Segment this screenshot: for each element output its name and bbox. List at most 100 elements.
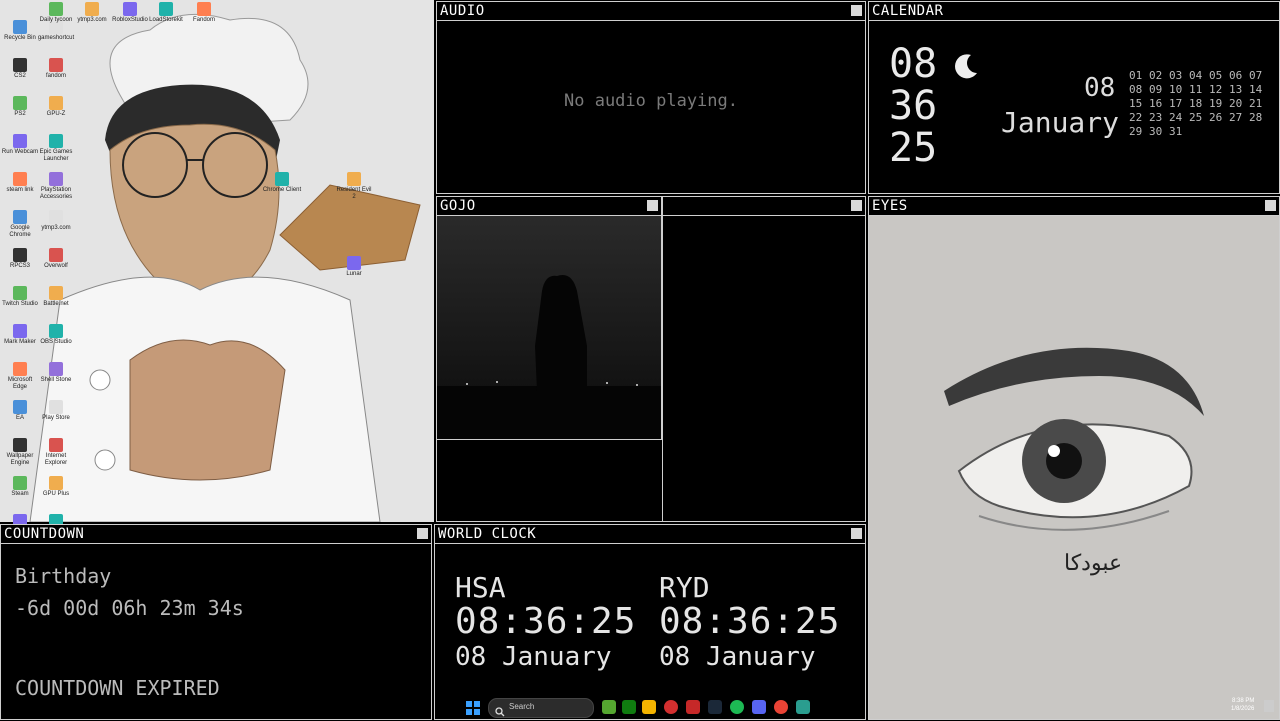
desktop-icon[interactable]: Microsoft Edge <box>0 362 40 391</box>
chrome-taskbar-icon[interactable] <box>774 700 788 714</box>
calendar-day-cell[interactable]: 25 <box>1189 111 1202 124</box>
calendar-day-cell[interactable]: 24 <box>1169 111 1182 124</box>
worldclock-panel: WORLD CLOCK HSA 08:36:25 08 January RYD … <box>434 524 866 720</box>
desktop-icon[interactable]: Twitch Studio <box>0 286 40 308</box>
desktop-icon[interactable]: Battle.net <box>36 286 76 308</box>
desktop-icon[interactable]: fandom <box>36 58 76 80</box>
calendar-day-cell[interactable]: 28 <box>1249 111 1262 124</box>
calendar-day-cell[interactable]: 23 <box>1149 111 1162 124</box>
calendar-day-cell[interactable]: 30 <box>1149 125 1162 138</box>
desktop-icon[interactable]: Shell Stone <box>36 362 76 384</box>
app-icon <box>13 286 27 300</box>
calendar-day-cell[interactable]: 05 <box>1209 69 1222 82</box>
eyes-titlebar: EYES <box>869 197 1279 216</box>
desktop-icon[interactable]: LoadStorekit <box>146 2 186 24</box>
calendar-day-cell[interactable]: 15 <box>1129 97 1142 110</box>
calendar-day-cell[interactable]: 12 <box>1209 83 1222 96</box>
desktop-icon[interactable]: CS2 <box>0 58 40 80</box>
close-button[interactable] <box>851 200 862 211</box>
calendar-day-cell[interactable]: 04 <box>1189 69 1202 82</box>
desktop-icon[interactable]: ytmp3.com <box>72 2 112 24</box>
desktop-icon[interactable]: RPCS3 <box>0 248 40 270</box>
close-button[interactable] <box>647 200 658 211</box>
desktop-icon-label: Internet Explorer <box>44 453 68 466</box>
calendar-day-cell[interactable]: 29 <box>1129 125 1142 138</box>
start-icon[interactable] <box>466 700 480 715</box>
gojo-titlebar: GOJO <box>437 197 661 216</box>
notification-icon[interactable] <box>1264 700 1274 712</box>
xbox-taskbar-icon[interactable] <box>622 700 636 714</box>
close-button[interactable] <box>1265 200 1276 211</box>
calendar-day-cell[interactable]: 17 <box>1169 97 1182 110</box>
app-taskbar-icon[interactable] <box>796 700 810 714</box>
calendar-day-cell[interactable]: 14 <box>1249 83 1262 96</box>
calendar-day-cell[interactable]: 27 <box>1229 111 1242 124</box>
steam-taskbar-icon[interactable] <box>708 700 722 714</box>
eyes-signature: عبودكا <box>1064 551 1123 576</box>
calendar-day-cell[interactable]: 08 <box>1129 83 1142 96</box>
desktop-icon-label: Resident Evil 2 <box>336 187 372 200</box>
desktop-icon[interactable]: Recycle Bin <box>0 20 40 42</box>
desktop-icon[interactable]: ytmp3.com <box>36 210 76 232</box>
calendar-day-cell[interactable]: 19 <box>1209 97 1222 110</box>
desktop-icon[interactable]: Steam <box>0 476 40 498</box>
desktop-icon[interactable]: Internet Explorer <box>36 438 76 467</box>
desktop-icon-label: Lunar <box>346 271 362 277</box>
eye-drawing <box>869 216 1279 719</box>
calendar-day-cell[interactable]: 22 <box>1129 111 1142 124</box>
calendar-day-cell[interactable]: 16 <box>1149 97 1162 110</box>
desktop-icon-label: Overwolf <box>44 263 68 269</box>
close-button[interactable] <box>851 528 862 539</box>
desktop-icon[interactable]: GPU-Z <box>36 96 76 118</box>
desktop-icon[interactable]: Epic Games Launcher <box>36 134 76 163</box>
desktop-icon[interactable]: Play Store <box>36 400 76 422</box>
desktop-icon[interactable]: OBS Studio <box>36 324 76 346</box>
nvidia-taskbar-icon[interactable] <box>602 700 616 714</box>
desktop-icon[interactable]: GPU Plus <box>36 476 76 498</box>
discord-taskbar-icon[interactable] <box>752 700 766 714</box>
close-button[interactable] <box>417 528 428 539</box>
desktop-icon-label: GPU Plus <box>42 491 70 497</box>
audio-panel: AUDIO No audio playing. <box>436 1 866 194</box>
desktop-icon[interactable]: PlayStation Accessories <box>36 172 76 201</box>
calendar-day-cell[interactable]: 11 <box>1189 83 1202 96</box>
desktop-icon[interactable]: EA <box>0 400 40 422</box>
desktop-icon[interactable]: Wallpaper Engine <box>0 438 40 467</box>
folder-taskbar-icon[interactable] <box>642 700 656 714</box>
calendar-day-cell[interactable]: 26 <box>1209 111 1222 124</box>
desktop-icon[interactable]: Run Webcam <box>0 134 40 156</box>
close-button[interactable] <box>851 5 862 16</box>
spotify-taskbar-icon[interactable] <box>730 700 744 714</box>
opera-taskbar-icon[interactable] <box>664 700 678 714</box>
calendar-day-cell[interactable]: 31 <box>1169 125 1182 138</box>
desktop-icon[interactable]: Mark Maker <box>0 324 40 346</box>
desktop-icon[interactable]: Fandom <box>184 2 224 24</box>
desktop-icon-label: ytmp3.com <box>77 17 107 23</box>
calendar-day-cell[interactable]: 13 <box>1229 83 1242 96</box>
desktop-icon[interactable]: Resident Evil 2 <box>334 172 374 201</box>
desktop-icon[interactable]: Google Chrome <box>0 210 40 239</box>
desktop-icon[interactable]: Daily tycoon <box>36 2 76 24</box>
taskbar-clock[interactable]: 8:38 PM 1/8/2026 <box>1231 697 1254 713</box>
calendar-day-cell[interactable]: 06 <box>1229 69 1242 82</box>
desktop-icon[interactable]: Chrome Client <box>262 172 302 194</box>
desktop-icon[interactable]: RobloxStudio <box>110 2 150 24</box>
calendar-day-cell[interactable]: 01 <box>1129 69 1142 82</box>
calendar-day-cell[interactable]: 20 <box>1229 97 1242 110</box>
calendar-day-cell[interactable]: 02 <box>1149 69 1162 82</box>
city-code: RYD <box>659 571 710 604</box>
search-input[interactable]: Search <box>488 698 594 718</box>
desktop-icon[interactable]: steam link <box>0 172 40 194</box>
app-icon <box>49 58 63 72</box>
desktop-icon[interactable]: PS2 <box>0 96 40 118</box>
desktop-icon[interactable]: Overwolf <box>36 248 76 270</box>
desktop-icon[interactable]: Lunar <box>334 256 374 278</box>
calendar-day-cell[interactable]: 03 <box>1169 69 1182 82</box>
calendar-day-cell[interactable]: 09 <box>1149 83 1162 96</box>
calendar-day-cell[interactable]: 21 <box>1249 97 1262 110</box>
calendar-day-cell[interactable]: 07 <box>1249 69 1262 82</box>
calendar-day-cell[interactable]: 18 <box>1189 97 1202 110</box>
desktop-icon-label: Google Chrome <box>9 225 31 238</box>
app-taskbar-icon[interactable] <box>686 700 700 714</box>
calendar-day-cell[interactable]: 10 <box>1169 83 1182 96</box>
